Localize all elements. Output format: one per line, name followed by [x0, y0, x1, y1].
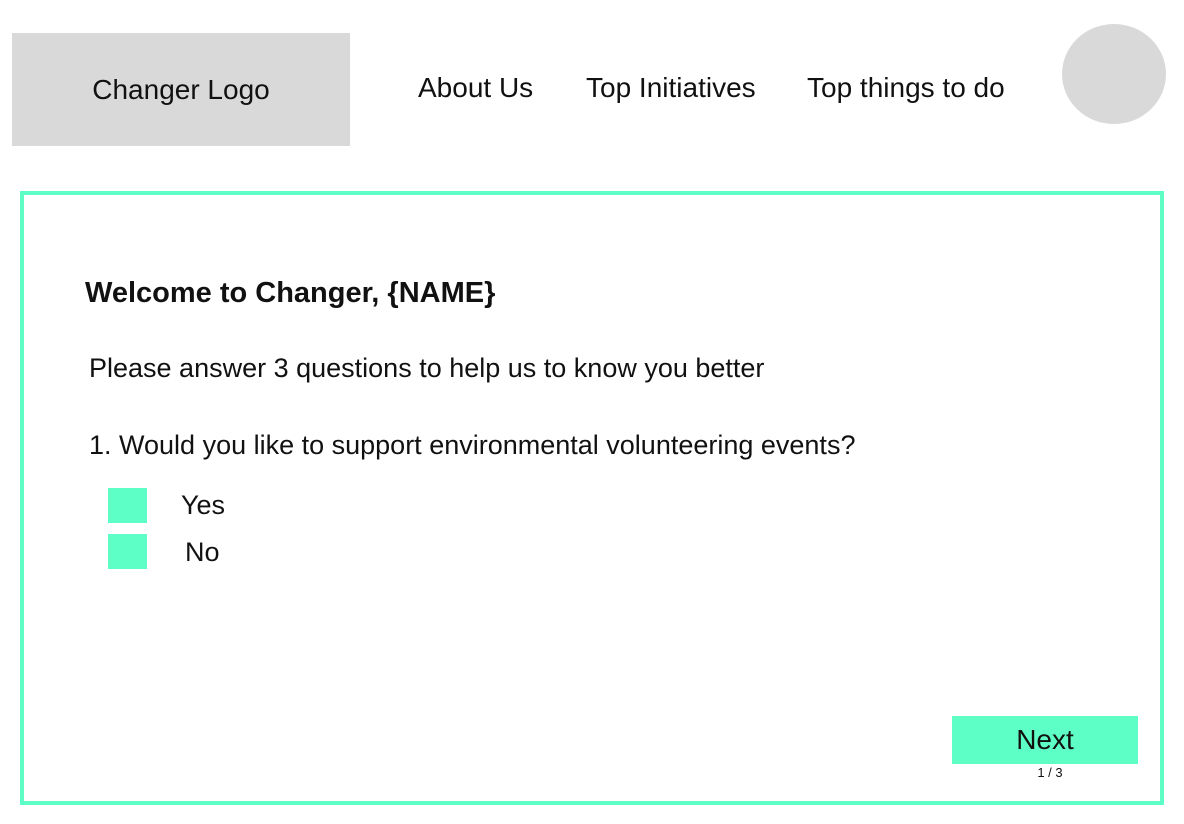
nav-top-initiatives[interactable]: Top Initiatives	[586, 72, 756, 104]
no-label: No	[185, 537, 220, 567]
avatar[interactable]	[1062, 24, 1166, 124]
nav-top-things-to-do[interactable]: Top things to do	[807, 72, 1005, 104]
yes-label: Yes	[181, 490, 226, 520]
page-indicator: 1 / 3	[1037, 765, 1063, 780]
yes-checkbox[interactable]	[108, 488, 147, 523]
no-checkbox[interactable]	[108, 534, 147, 569]
logo-placeholder: Changer Logo	[12, 33, 350, 146]
logo-text: Changer Logo	[92, 73, 270, 105]
survey-intro-text: Please answer 3 questions to help us to …	[89, 353, 765, 383]
question-text: 1. Would you like to support environment…	[89, 430, 856, 460]
page-title: Welcome to Changer, {NAME}	[85, 277, 496, 309]
nav-about-us[interactable]: About Us	[418, 72, 533, 104]
next-button[interactable]: Next	[952, 716, 1138, 764]
